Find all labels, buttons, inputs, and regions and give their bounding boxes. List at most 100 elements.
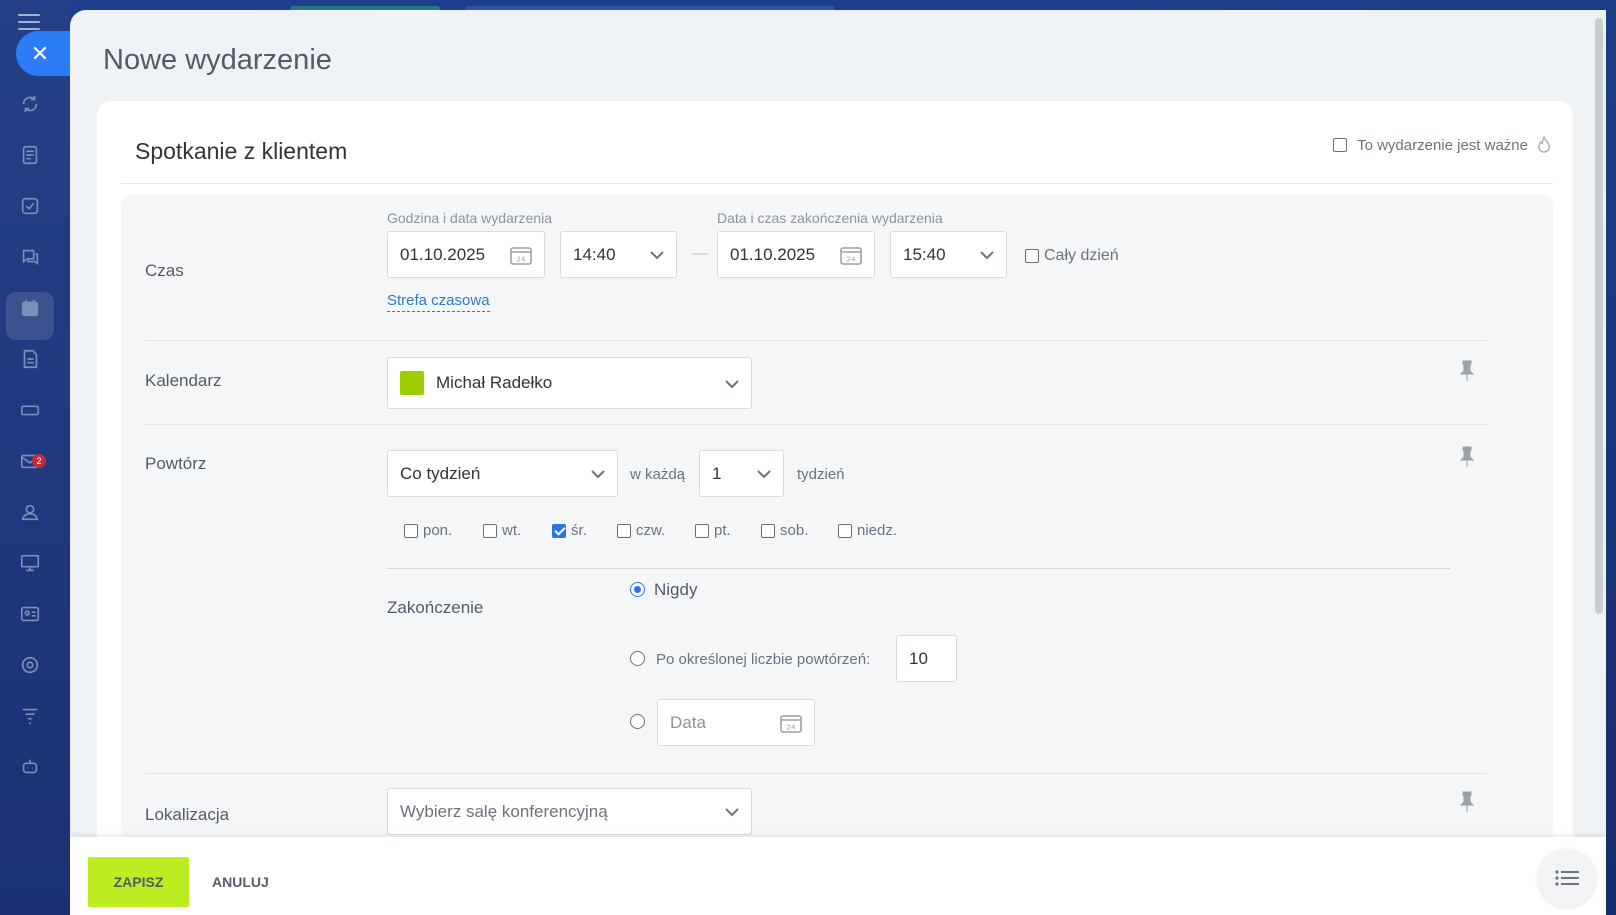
mail-count-badge: 2 [32,454,46,468]
all-day-toggle[interactable]: Cały dzień [1025,247,1119,265]
weekday-checkbox[interactable] [695,523,709,538]
end-date-radio[interactable] [630,714,645,729]
pin-icon[interactable] [1459,791,1475,813]
weekday-fri[interactable]: pt. [695,522,731,539]
svg-text:24: 24 [787,724,796,732]
page-title: Nowe wydarzenie [103,44,332,76]
storage-icon[interactable] [17,397,43,423]
end-time-value: 15:40 [903,244,946,264]
calendar-icon[interactable] [17,295,43,321]
file-icon[interactable] [17,346,43,372]
repeat-count-value: 10 [909,648,928,668]
presentation-icon[interactable] [17,550,43,576]
start-date-input[interactable]: 01.10.2025 24 [387,231,545,278]
weekday-label: sob. [780,522,809,539]
weekday-label: niedz. [857,522,898,539]
location-placeholder: Wybierz salę konferencyjną [400,801,608,821]
calendar-value: Michał Radełko [436,373,553,392]
repeat-interval-select[interactable]: 1 [699,450,784,497]
calendar-picker-icon[interactable]: 24 [840,245,862,265]
list-icon [1555,870,1579,886]
range-separator: — [692,245,708,262]
divider [145,340,1487,341]
tasks-icon[interactable] [17,193,43,219]
end-after-count-radio[interactable] [630,651,645,666]
repeat-end-date-input[interactable]: Data 24 [657,699,815,746]
filter-icon[interactable] [17,703,43,729]
divider [121,183,1553,184]
timezone-link[interactable]: Strefa czasowa [387,292,490,312]
flame-icon [1538,136,1550,153]
pin-icon[interactable] [1459,360,1475,382]
scrollbar[interactable] [1592,10,1606,915]
weekday-thu[interactable]: czw. [617,522,665,539]
document-icon[interactable] [17,142,43,168]
weekday-mon[interactable]: pon. [404,522,452,539]
start-caption: Godzina i data wydarzenia [387,210,552,226]
repeat-frequency-value: Co tydzień [400,463,481,483]
chat-icon[interactable] [17,244,43,270]
close-slider-button[interactable]: ✕ [16,31,76,76]
weekday-label: pon. [423,522,453,539]
weekday-checkbox[interactable] [552,523,566,538]
end-date-input[interactable]: 01.10.2025 24 [717,231,875,278]
time-label: Czas [145,261,184,280]
weekday-wed[interactable]: śr. [552,522,587,539]
end-never-radio[interactable] [630,582,645,597]
repeat-count-input[interactable]: 10 [896,635,957,682]
end-never-label: Nigdy [654,580,698,599]
list-menu-button[interactable] [1538,849,1596,907]
repeat-label: Powtórz [145,454,207,473]
save-button[interactable]: ZAPISZ [88,857,189,907]
weekday-tue[interactable]: wt. [483,522,521,539]
end-time-select[interactable]: 15:40 [890,231,1007,278]
important-toggle[interactable]: To wydarzenie jest ważne [1333,136,1551,154]
all-day-label: Cały dzień [1044,247,1119,264]
event-name-input[interactable]: Spotkanie z klientem [135,138,347,165]
end-after-count-label: Po określonej liczbie powtórzeń: [656,651,871,668]
target-icon[interactable] [17,652,43,678]
all-day-checkbox[interactable] [1025,249,1039,263]
end-caption: Data i czas zakończenia wydarzenia [717,210,943,226]
weekday-checkbox[interactable] [761,523,775,538]
repeat-end-label: Zakończenie [387,598,484,617]
calendar-color-swatch [400,371,424,395]
calendar-picker-icon[interactable]: 24 [780,713,802,733]
start-date-value: 01.10.2025 [400,244,486,264]
start-time-select[interactable]: 14:40 [560,231,677,278]
svg-text:24: 24 [847,256,856,264]
weekday-sun[interactable]: niedz. [838,522,897,539]
id-card-icon[interactable] [17,601,43,627]
weekday-label: pt. [714,522,731,539]
repeat-frequency-select[interactable]: Co tydzień [387,450,618,497]
calendar-select[interactable]: Michał Radełko [387,357,752,409]
divider [145,424,1487,425]
pin-icon[interactable] [1459,446,1475,468]
chevron-down-icon [725,376,739,390]
sync-icon[interactable] [17,91,43,117]
weekday-checkbox[interactable] [617,523,631,538]
weekday-checkbox[interactable] [404,523,418,538]
chevron-down-icon [725,804,739,818]
scrollbar-thumb[interactable] [1595,18,1603,614]
contacts-icon[interactable] [17,499,43,525]
cancel-button[interactable]: ANULUJ [206,857,275,907]
repeat-end-date-placeholder: Data [670,712,706,732]
weekday-label: czw. [636,522,666,539]
interval-unit-label: tydzień [797,466,845,483]
weekday-checkbox[interactable] [838,523,852,538]
location-label: Lokalizacja [145,805,230,824]
calendar-picker-icon[interactable]: 24 [510,245,532,265]
footer-bar: ZAPISZ ANULUJ [70,837,1606,915]
robot-icon[interactable] [17,754,43,780]
location-select[interactable]: Wybierz salę konferencyjną [387,788,752,835]
event-editor-panel: Nowe wydarzenie Spotkanie z klientem To … [70,10,1606,915]
event-form: Czas Godzina i data wydarzenia Data i cz… [121,195,1553,915]
divider [145,773,1487,774]
important-checkbox[interactable] [1333,138,1348,152]
weekday-sat[interactable]: sob. [761,522,808,539]
weekday-label: śr. [571,522,587,539]
svg-text:24: 24 [517,256,526,264]
hamburger-menu-icon[interactable] [18,14,40,32]
weekday-checkbox[interactable] [483,523,497,538]
